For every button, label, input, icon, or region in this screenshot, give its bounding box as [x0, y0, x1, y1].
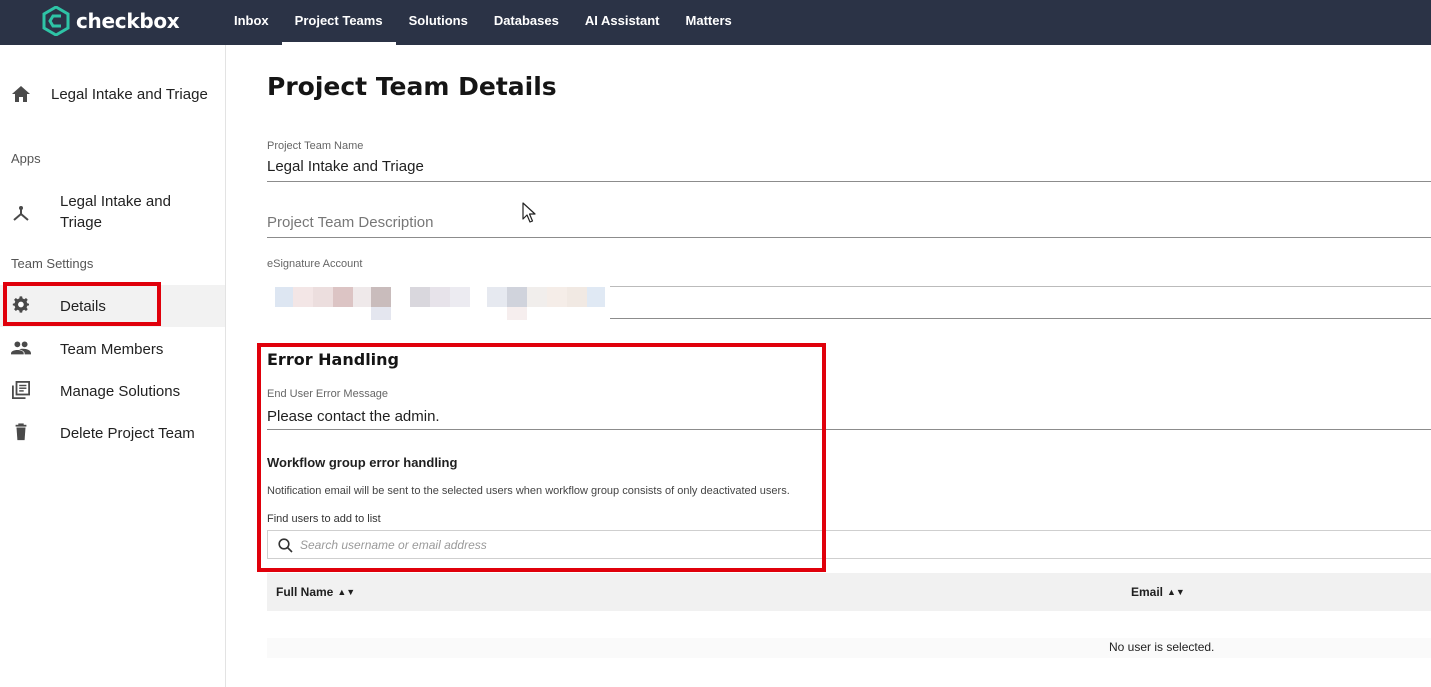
esignature-underline	[610, 318, 1431, 319]
users-table-empty-row	[267, 638, 1431, 658]
column-email-label: Email	[1131, 585, 1164, 599]
trash-icon	[15, 423, 27, 441]
column-full-name[interactable]: Full Name ▲▼	[276, 585, 355, 599]
nav-databases[interactable]: Databases	[481, 0, 572, 45]
sidebar-home-label: Legal Intake and Triage	[51, 85, 208, 103]
library-icon	[12, 381, 30, 399]
team-description-field[interactable]: Project Team Description	[267, 214, 433, 231]
nav-ai-assistant[interactable]: AI Assistant	[572, 0, 673, 45]
team-description-underline	[267, 237, 1431, 238]
column-email[interactable]: Email ▲▼	[1131, 585, 1185, 599]
users-table-empty-text: No user is selected.	[1109, 640, 1215, 654]
sidebar-manage-solutions-label: Manage Solutions	[60, 383, 181, 400]
esignature-top-line	[610, 286, 1431, 287]
people-icon	[11, 341, 31, 355]
sort-icon: ▲▼	[1167, 587, 1185, 597]
app-logo[interactable]: checkbox	[42, 5, 180, 37]
nav-solutions[interactable]: Solutions	[396, 0, 481, 45]
sort-icon: ▲▼	[337, 587, 356, 597]
nav-project-teams[interactable]: Project Teams	[281, 0, 396, 45]
sidebar-app-label: Legal Intake and Triage	[60, 193, 171, 231]
top-navigation-bar: checkbox Inbox Project Teams Solutions D…	[0, 0, 1431, 45]
sidebar-item-delete-project-team[interactable]: Delete Project Team	[0, 412, 225, 452]
error-handling-highlight-box	[257, 343, 826, 572]
page-title: Project Team Details	[267, 72, 557, 101]
home-icon	[12, 86, 30, 102]
sidebar-item-manage-solutions[interactable]: Manage Solutions	[0, 370, 225, 410]
sidebar-item-legal-intake-app[interactable]: Legal Intake and Triage	[0, 190, 225, 238]
main-nav: Inbox Project Teams Solutions Databases …	[221, 0, 745, 45]
sidebar-team-members-label: Team Members	[60, 341, 164, 358]
esignature-account-redacted[interactable]	[275, 287, 610, 321]
sidebar-team-settings-heading: Team Settings	[11, 256, 94, 271]
users-table-header: Full Name ▲▼ Email ▲▼	[267, 573, 1431, 611]
logo-text: checkbox	[76, 9, 180, 33]
sidebar: Legal Intake and Triage Apps Legal Intak…	[0, 45, 226, 687]
team-name-field[interactable]: Legal Intake and Triage	[267, 158, 424, 175]
esignature-label: eSignature Account	[267, 258, 363, 270]
nav-inbox[interactable]: Inbox	[221, 0, 282, 45]
fork-icon	[13, 206, 29, 221]
nav-matters[interactable]: Matters	[673, 0, 745, 45]
mouse-cursor-icon	[522, 202, 536, 223]
sidebar-apps-heading: Apps	[11, 151, 41, 166]
team-name-label: Project Team Name	[267, 140, 364, 152]
sidebar-home-link[interactable]: Legal Intake and Triage	[0, 79, 225, 109]
team-name-underline	[267, 181, 1431, 182]
sidebar-item-team-members[interactable]: Team Members	[0, 328, 225, 368]
column-full-name-label: Full Name	[276, 585, 334, 599]
sidebar-delete-label: Delete Project Team	[60, 425, 195, 442]
details-highlight-box	[3, 282, 161, 326]
checkbox-logo-icon	[42, 6, 70, 36]
